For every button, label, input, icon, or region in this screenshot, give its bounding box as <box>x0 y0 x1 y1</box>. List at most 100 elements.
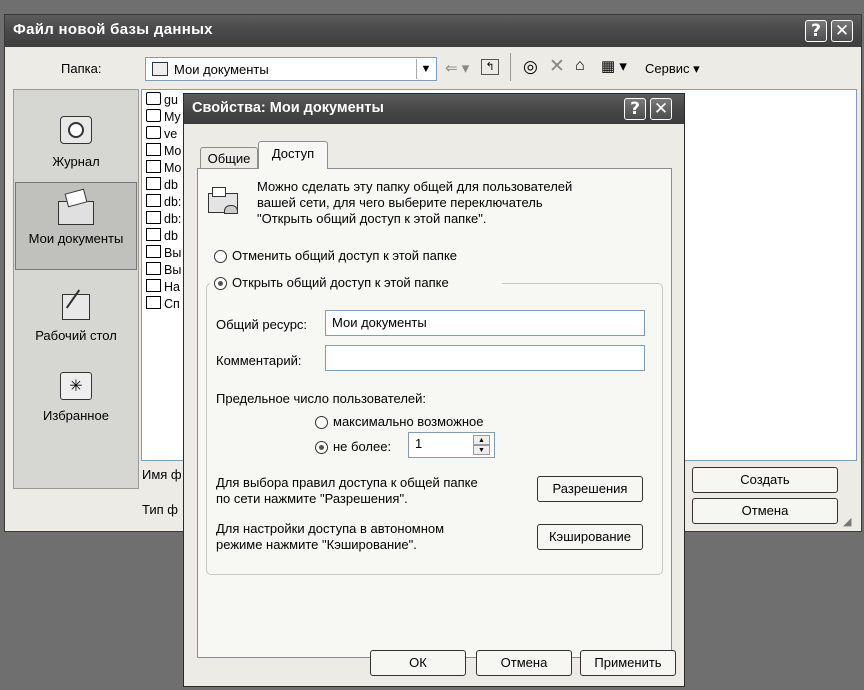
file-name: gu <box>164 93 178 107</box>
radio-share[interactable] <box>214 277 227 290</box>
service-menu[interactable]: Сервис ▾ <box>645 61 700 77</box>
folder-label: Папка: <box>61 61 102 76</box>
place-favorites[interactable]: ✳ Избранное <box>15 366 137 424</box>
list-item[interactable]: ve <box>146 126 181 143</box>
views-icon[interactable]: ▦ ▾ <box>601 57 627 75</box>
list-item[interactable]: Mo <box>146 143 181 160</box>
main-help-button[interactable]: ? <box>805 20 827 42</box>
folder-icon <box>146 109 161 122</box>
place-desktop[interactable]: Рабочий стол <box>15 286 137 344</box>
place-history-label: Журнал <box>52 154 100 169</box>
chevron-down-icon[interactable]: ▼ <box>416 59 435 79</box>
main-titlebar[interactable]: Файл новой базы данных ? ✕ <box>5 15 861 47</box>
file-name: Вы <box>164 246 182 260</box>
main-cancel-button[interactable]: Отмена <box>692 498 838 524</box>
caching-text-line1: Для настройки доступа в автономном <box>216 521 445 536</box>
radio-share-label[interactable]: Открыть общий доступ к этой папке <box>232 275 449 290</box>
stepper-down-icon[interactable]: ▼ <box>473 445 490 455</box>
file-name: На <box>164 280 180 294</box>
place-history[interactable]: Журнал <box>15 112 137 170</box>
list-item[interactable]: Вы <box>146 262 181 279</box>
comment-input[interactable] <box>325 345 645 371</box>
apply-button[interactable]: Применить <box>580 650 676 676</box>
list-item[interactable]: db <box>146 177 181 194</box>
access-file-icon <box>146 211 161 224</box>
web-search-icon[interactable]: ◎ <box>523 57 538 77</box>
new-folder-icon[interactable]: ⌂ <box>575 57 585 75</box>
access-file-icon <box>146 177 161 190</box>
stepper-up-icon[interactable]: ▲ <box>473 435 490 445</box>
tab-general[interactable]: Общие <box>200 147 258 169</box>
user-limit-value: 1 <box>415 436 423 451</box>
file-name: db: <box>164 212 182 226</box>
folder-icon <box>146 126 161 139</box>
caching-button[interactable]: Кэширование <box>537 524 643 550</box>
dialog-close-button[interactable]: ✕ <box>650 98 672 120</box>
list-item[interactable]: db <box>146 228 181 245</box>
folder-combobox[interactable]: Мои документы ▼ <box>145 57 437 81</box>
up-folder-icon[interactable]: ↰ <box>481 59 499 75</box>
access-file-icon <box>146 245 161 258</box>
service-label: Сервис <box>645 61 690 76</box>
main-window-title: Файл новой базы данных <box>13 21 213 38</box>
file-name: Mo <box>164 144 182 158</box>
folder-value: Мои документы <box>174 62 269 77</box>
radio-max-users[interactable] <box>315 416 328 429</box>
file-name: db <box>164 229 178 243</box>
file-name: My <box>164 110 181 124</box>
properties-dialog: Свойства: Мои документы ? ✕ Общие Доступ… <box>183 93 685 687</box>
file-name: Вы <box>164 263 182 277</box>
place-my-documents[interactable]: Мои документы <box>15 182 137 270</box>
file-name: ve <box>164 127 178 141</box>
list-item[interactable]: Сп <box>146 296 181 313</box>
dialog-titlebar[interactable]: Свойства: Мои документы ? ✕ <box>184 94 684 124</box>
resize-grip-icon[interactable]: ◢ <box>843 515 851 528</box>
desktop-icon <box>54 286 98 324</box>
dialog-help-button[interactable]: ? <box>624 98 646 120</box>
intro-text-line2: вашей сети, для чего выберите переключат… <box>257 195 543 210</box>
share-name-input[interactable]: Мои документы <box>325 310 645 336</box>
dialog-title: Свойства: Мои документы <box>192 100 384 116</box>
radio-no-share[interactable] <box>214 250 227 263</box>
radio-max-users-label[interactable]: максимально возможное <box>333 414 483 429</box>
history-icon <box>54 112 98 150</box>
radio-not-more-label[interactable]: не более: <box>333 439 391 454</box>
my-documents-small-icon <box>152 62 168 76</box>
list-item[interactable]: My <box>146 109 181 126</box>
toolbar-divider <box>510 53 511 81</box>
shortcut-icon <box>146 160 161 173</box>
list-item[interactable]: gu <box>146 92 181 109</box>
list-item[interactable]: db: <box>146 194 181 211</box>
create-button[interactable]: Создать <box>692 467 838 493</box>
file-name: db: <box>164 195 182 209</box>
group-legend: Открыть общий доступ к этой папке <box>210 273 502 293</box>
list-item[interactable]: Mo <box>146 160 181 177</box>
sharing-panel: Можно сделать эту папку общей для пользо… <box>197 168 672 658</box>
back-arrow-icon[interactable]: ⇐ ▾ <box>445 59 469 77</box>
filetype-label: Тип ф <box>142 502 178 517</box>
my-documents-icon <box>54 188 98 227</box>
radio-not-more[interactable] <box>315 441 328 454</box>
access-file-icon <box>146 279 161 292</box>
share-name-value: Мои документы <box>332 315 427 330</box>
list-item[interactable]: Вы <box>146 245 181 262</box>
intro-text-line1: Можно сделать эту папку общей для пользо… <box>257 179 573 194</box>
folder-icon <box>146 92 161 105</box>
main-close-button[interactable]: ✕ <box>831 20 853 42</box>
user-limit-stepper[interactable]: 1 ▲ ▼ <box>408 432 495 458</box>
permissions-button[interactable]: Разрешения <box>537 476 643 502</box>
dialog-cancel-button[interactable]: Отмена <box>476 650 572 676</box>
radio-no-share-label[interactable]: Отменить общий доступ к этой папке <box>232 248 457 263</box>
place-desktop-label: Рабочий стол <box>35 328 117 343</box>
shared-folder-icon <box>208 185 242 215</box>
ok-button[interactable]: ОК <box>370 650 466 676</box>
delete-icon[interactable]: ✕ <box>549 55 565 78</box>
access-file-icon <box>146 194 161 207</box>
tab-sharing[interactable]: Доступ <box>258 141 328 169</box>
list-item[interactable]: На <box>146 279 181 296</box>
intro-text-line3: "Открыть общий доступ к этой папке". <box>257 211 487 226</box>
place-my-documents-label: Мои документы <box>28 231 124 246</box>
comment-label: Комментарий: <box>216 353 302 368</box>
favorites-icon: ✳ <box>54 366 98 404</box>
list-item[interactable]: db: <box>146 211 181 228</box>
